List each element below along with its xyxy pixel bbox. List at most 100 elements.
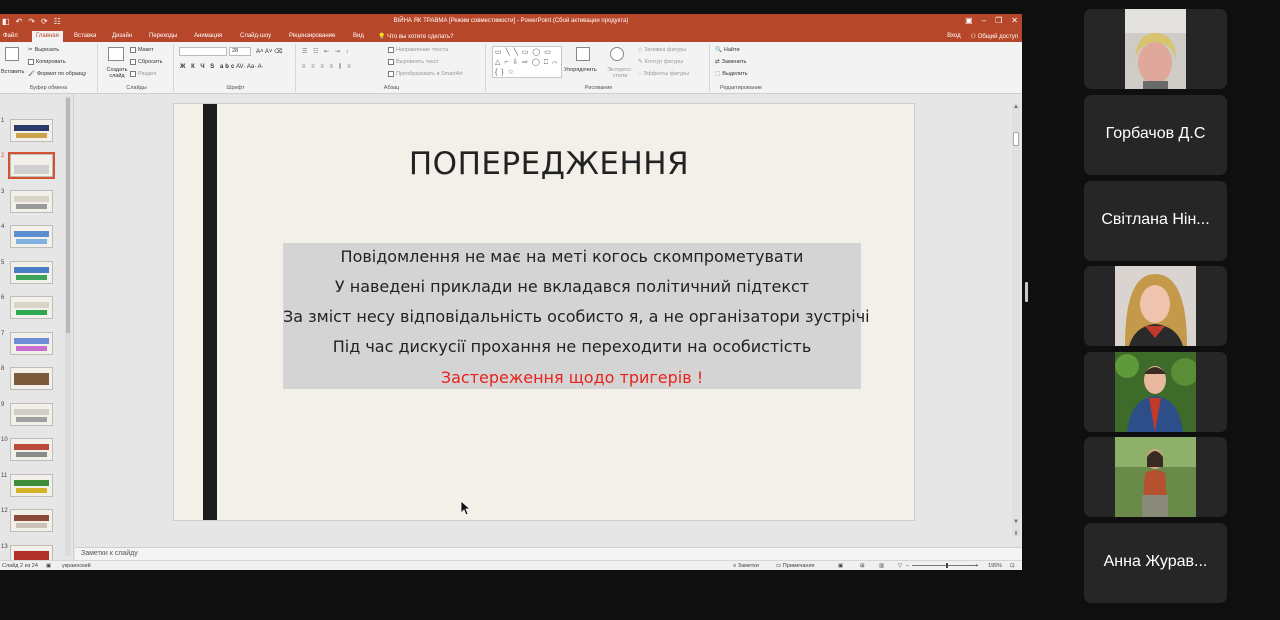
language-indicator[interactable]: украинский bbox=[62, 563, 91, 569]
find-button[interactable]: 🔍 Найти bbox=[715, 47, 740, 53]
thumbnail-slide-4[interactable]: 4 bbox=[0, 224, 70, 248]
panel-divider-handle[interactable] bbox=[1025, 282, 1028, 302]
thumbnail-slide-9[interactable]: 9 bbox=[0, 402, 70, 426]
quick-styles-icon[interactable] bbox=[610, 47, 624, 61]
tab-view[interactable]: Вид bbox=[353, 33, 364, 39]
replace-button[interactable]: ⇄ Заменить bbox=[715, 59, 746, 65]
participant-tile-2[interactable]: Горбачов Д.С bbox=[1084, 95, 1227, 175]
thumbnail-slide-2[interactable]: 2 bbox=[0, 152, 70, 179]
shapes-gallery[interactable]: ▭ ╲ ╲ ▭ ◯ ▭ △ ⌐ ⇩ ⇨ ◯ ⎕ ⌒ { } ☆ bbox=[492, 46, 562, 78]
arrange-icon[interactable] bbox=[576, 47, 590, 61]
restore-button[interactable]: ❐ bbox=[995, 16, 1002, 25]
thumbnail-slide-10[interactable]: 10 bbox=[0, 437, 70, 461]
copy-button[interactable]: Копировать bbox=[28, 59, 66, 65]
format-painter-button[interactable]: 🖌 Формат по образцу bbox=[28, 71, 86, 77]
thumbnail-slide-8[interactable]: 8 bbox=[0, 366, 70, 390]
font-style-buttons[interactable]: Ж К Ч S abc bbox=[180, 64, 236, 70]
slide-vertical-scrollbar[interactable]: ▲ ▼ ⇟ bbox=[1012, 104, 1020, 537]
text-direction-button[interactable]: Направление текста bbox=[388, 47, 448, 53]
align-text-button[interactable]: Выровнять текст bbox=[388, 59, 439, 65]
spellcheck-icon[interactable]: ▣ bbox=[46, 563, 51, 569]
scroll-down-arrow-icon[interactable]: ▼ bbox=[1012, 519, 1020, 525]
ribbon-display-icon[interactable]: ▣ bbox=[965, 16, 973, 25]
shape-effects-button[interactable]: ◌ Эффекты фигуры bbox=[638, 71, 689, 77]
thumbnails-scrollbar[interactable] bbox=[65, 96, 71, 556]
close-button[interactable]: ✕ bbox=[1011, 16, 1018, 25]
thumbnail-slide-3[interactable]: 3 bbox=[0, 189, 70, 213]
thumbnails-scroll-thumb[interactable] bbox=[66, 98, 70, 333]
arrange-button[interactable]: Упорядочить bbox=[564, 67, 597, 73]
copy-label: Копировать bbox=[36, 59, 66, 65]
current-slide[interactable]: ПОПЕРЕДЖЕННЯ Повідомлення не має на меті… bbox=[173, 103, 915, 521]
align-buttons[interactable]: ≡ ≡ ≡ ≡ ⫼ ≡ bbox=[302, 64, 353, 71]
participant-tile-7[interactable]: Анна Журав... bbox=[1084, 523, 1227, 603]
new-slide-icon[interactable] bbox=[108, 47, 124, 61]
thumbnail-slide-5[interactable]: 5 bbox=[0, 260, 70, 284]
minimize-button[interactable]: – bbox=[982, 16, 986, 25]
cut-button[interactable]: ✂ Вырезать bbox=[28, 47, 59, 53]
comments-toggle-label: Примечания bbox=[782, 563, 815, 569]
participant-name: Світлана Нін... bbox=[1101, 211, 1210, 228]
smartart-button[interactable]: Преобразовать в SmartArt bbox=[388, 71, 463, 77]
zoom-out-icon[interactable]: – bbox=[906, 563, 909, 569]
slide-sorter-icon[interactable]: ⊞ bbox=[860, 563, 865, 569]
slide-editing-area: ПОПЕРЕДЖЕННЯ Повідомлення не має на меті… bbox=[75, 94, 1022, 547]
list-buttons[interactable]: ☰ ☷ ⇤ ⇥ ↕ bbox=[302, 48, 350, 55]
notes-toggle[interactable]: ≡ Заметки bbox=[733, 563, 759, 569]
thumbnail-slide-11[interactable]: 11 bbox=[0, 473, 70, 497]
new-slide-button[interactable]: Создать слайд bbox=[103, 67, 131, 79]
tab-animation[interactable]: Анимация bbox=[194, 33, 222, 39]
zoom-slider-thumb[interactable] bbox=[946, 563, 948, 568]
tab-transitions[interactable]: Переходы bbox=[149, 33, 177, 39]
signin-link[interactable]: Вход bbox=[947, 33, 961, 40]
slideshow-icon[interactable]: ▽ bbox=[898, 563, 902, 569]
normal-view-icon[interactable]: ▣ bbox=[838, 563, 843, 569]
select-button[interactable]: ⬚ Выделить bbox=[715, 71, 748, 77]
notes-pane[interactable]: Заметки к слайду bbox=[75, 547, 1022, 560]
slide-text-box[interactable]: Повідомлення не має на меті когось скомп… bbox=[283, 243, 870, 389]
slide-title[interactable]: ПОПЕРЕДЖЕННЯ bbox=[294, 146, 804, 182]
thumbnail-image bbox=[10, 367, 53, 390]
reset-button[interactable]: Сбросить bbox=[130, 59, 162, 65]
fit-to-window-icon[interactable]: ⊡ bbox=[1010, 563, 1015, 569]
share-button[interactable]: ⚇ Общий доступ bbox=[971, 33, 1018, 40]
thumbnail-slide-1[interactable]: 1 bbox=[0, 118, 70, 142]
thumbnail-slide-6[interactable]: 6 bbox=[0, 295, 70, 319]
shape-fill-button[interactable]: ◇ Заливка фигуры bbox=[638, 47, 686, 53]
participant-tile-4[interactable] bbox=[1084, 266, 1227, 346]
grow-shrink-font[interactable]: A˄ A˅ ⌫ bbox=[256, 48, 283, 55]
shape-outline-button[interactable]: ✎ Контур фигуры bbox=[638, 59, 683, 65]
participant-tile-5[interactable] bbox=[1084, 352, 1227, 432]
reading-view-icon[interactable]: ▥ bbox=[879, 563, 884, 569]
tab-review[interactable]: Рецензирование bbox=[289, 33, 335, 39]
font-color-buttons[interactable]: AV· Aa· A· bbox=[236, 64, 264, 70]
participant-video-4 bbox=[1115, 266, 1196, 346]
tab-design[interactable]: Дизайн bbox=[112, 33, 132, 39]
zoom-in-icon[interactable]: + bbox=[975, 563, 978, 569]
comments-toggle[interactable]: ▭ Примечания bbox=[776, 563, 815, 569]
participant-tile-3[interactable]: Світлана Нін... bbox=[1084, 181, 1227, 261]
slide-scroll-thumb[interactable] bbox=[1013, 132, 1019, 146]
font-size-combo[interactable]: 28 bbox=[229, 47, 251, 56]
thumbnail-slide-12[interactable]: 12 bbox=[0, 508, 70, 532]
participant-tile-1[interactable] bbox=[1084, 9, 1227, 89]
paste-icon[interactable] bbox=[5, 47, 19, 61]
layout-icon bbox=[130, 47, 136, 53]
paste-button[interactable]: Вставить bbox=[1, 69, 24, 75]
participant-tile-6[interactable] bbox=[1084, 437, 1227, 517]
tell-me-box[interactable]: 💡 Что вы хотите сделать? bbox=[378, 33, 453, 40]
slide-accent-bar bbox=[203, 104, 217, 520]
tab-insert[interactable]: Вставка bbox=[74, 33, 96, 39]
thumbnail-slide-7[interactable]: 7 bbox=[0, 331, 70, 355]
quick-styles-button[interactable]: Экспресс-стили bbox=[605, 67, 635, 79]
tab-file[interactable]: Файл bbox=[3, 33, 18, 39]
tab-home[interactable]: Главная bbox=[32, 31, 63, 42]
font-name-combo[interactable] bbox=[179, 47, 227, 56]
layout-button[interactable]: Макет bbox=[130, 47, 154, 53]
tab-slideshow[interactable]: Слайд-шоу bbox=[240, 33, 271, 39]
scroll-up-arrow-icon[interactable]: ▲ bbox=[1012, 104, 1020, 110]
zoom-level[interactable]: 195% bbox=[988, 563, 1002, 569]
zoom-slider[interactable] bbox=[912, 563, 978, 568]
next-slide-arrow-icon[interactable]: ⇟ bbox=[1012, 530, 1020, 537]
section-button[interactable]: Раздел bbox=[130, 71, 156, 77]
